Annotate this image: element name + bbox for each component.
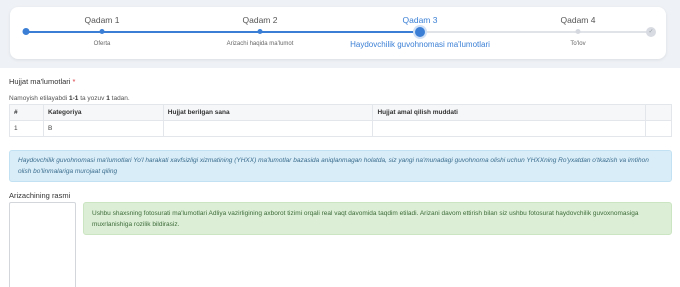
table-summary: Namoyish etilayabdi 1-1 ta yozuv 1 tadan… [9, 95, 130, 102]
step-4-dot [575, 29, 581, 34]
summary-range: 1-1 [68, 95, 79, 102]
step-3-label: Haydovchilik guvohnomasi ma'lumotlari [350, 40, 490, 49]
column-header-actions [645, 104, 672, 121]
stepper-track-pending [419, 31, 651, 33]
cell-issue-date [162, 120, 374, 137]
document-section-title: Hujjat ma'lumotlari * [9, 77, 75, 86]
step-3-title: Qadam 3 [402, 15, 438, 25]
summary-middle: ta yozuv [78, 95, 107, 102]
step-2-title: Qadam 2 [242, 15, 278, 25]
table-row: 1 B [9, 120, 672, 137]
column-header-expiry-date: Hujjat amal qilish muddati [372, 104, 646, 121]
summary-suffix: tadan. [109, 95, 130, 102]
progress-stepper: Qadam 1 Qadam 2 Qadam 3 Qadam 4 ✓ Oferta… [10, 7, 666, 59]
step-4-label: To'lov [570, 41, 586, 47]
photo-section-label: Arizachining rasmi [9, 191, 71, 200]
cell-expiry-date [372, 120, 646, 137]
column-header-number: # [9, 104, 44, 121]
document-table: # Kategoriya Hujjat berilgan sana Hujjat… [9, 104, 672, 137]
step-1-title: Qadam 1 [84, 15, 120, 25]
column-header-category: Kategoriya [42, 104, 164, 121]
applicant-photo [9, 202, 76, 287]
stepper-start-dot [22, 28, 30, 35]
cell-number: 1 [9, 120, 44, 137]
cell-actions [645, 120, 672, 137]
info-alert: Haydovchilik guvohnomasi ma'lumotlari Yo… [9, 150, 672, 182]
photo-consent-alert: Ushbu shaxsning fotosurati ma'lumotlari … [83, 202, 672, 235]
check-icon: ✓ [646, 26, 656, 37]
step-1-dot[interactable] [99, 29, 105, 34]
summary-prefix: Namoyish etilayabdi [9, 95, 69, 102]
required-mark: * [72, 77, 76, 86]
cell-category: B [42, 120, 164, 137]
stepper-track-done [26, 31, 419, 33]
step-3-dot[interactable] [415, 26, 425, 37]
column-header-issue-date: Hujjat berilgan sana [162, 104, 374, 121]
main-content: Hujjat ma'lumotlari * Namoyish etilayabd… [0, 68, 680, 287]
document-section-title-text: Hujjat ma'lumotlari [9, 77, 71, 86]
table-header-row: # Kategoriya Hujjat berilgan sana Hujjat… [9, 104, 672, 121]
step-1-label: Oferta [93, 41, 111, 47]
step-2-label: Arizachi haqida ma'lumot [226, 41, 294, 47]
step-4-title: Qadam 4 [560, 15, 596, 25]
step-2-dot[interactable] [257, 29, 263, 34]
